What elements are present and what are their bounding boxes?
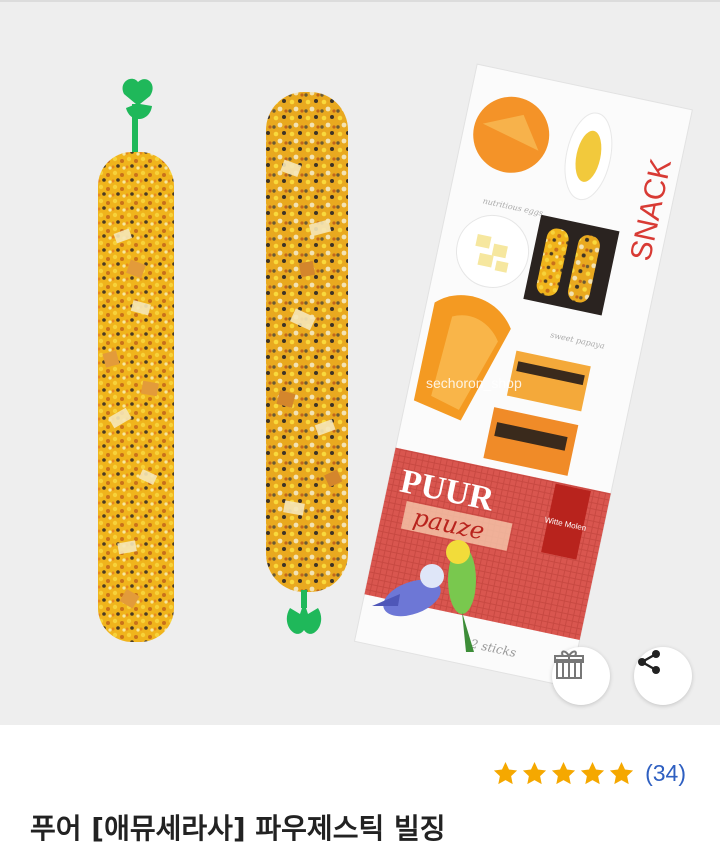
seed-stick-right bbox=[266, 92, 348, 634]
share-icon bbox=[638, 650, 660, 674]
watermark: sechoron_shop bbox=[426, 375, 522, 391]
share-button[interactable] bbox=[634, 647, 692, 705]
product-image[interactable]: Witte Molen PUUR pauze 2 sticks nutritio… bbox=[0, 2, 720, 725]
star-icon bbox=[552, 761, 576, 784]
product-photo: Witte Molen PUUR pauze 2 sticks nutritio… bbox=[98, 63, 693, 688]
star-icon bbox=[523, 761, 547, 784]
star-icon bbox=[610, 761, 634, 784]
star-icon bbox=[581, 761, 605, 784]
review-count-link[interactable]: (34) bbox=[645, 760, 686, 787]
rating-summary[interactable]: (34) bbox=[492, 756, 686, 790]
gift-icon bbox=[554, 650, 584, 679]
seed-stick-left bbox=[98, 78, 174, 642]
star-icon bbox=[494, 761, 518, 784]
product-title: 푸어 [애뮤세라사] 파우제스틱 빌징 bbox=[30, 812, 446, 845]
gift-button[interactable] bbox=[552, 647, 610, 705]
